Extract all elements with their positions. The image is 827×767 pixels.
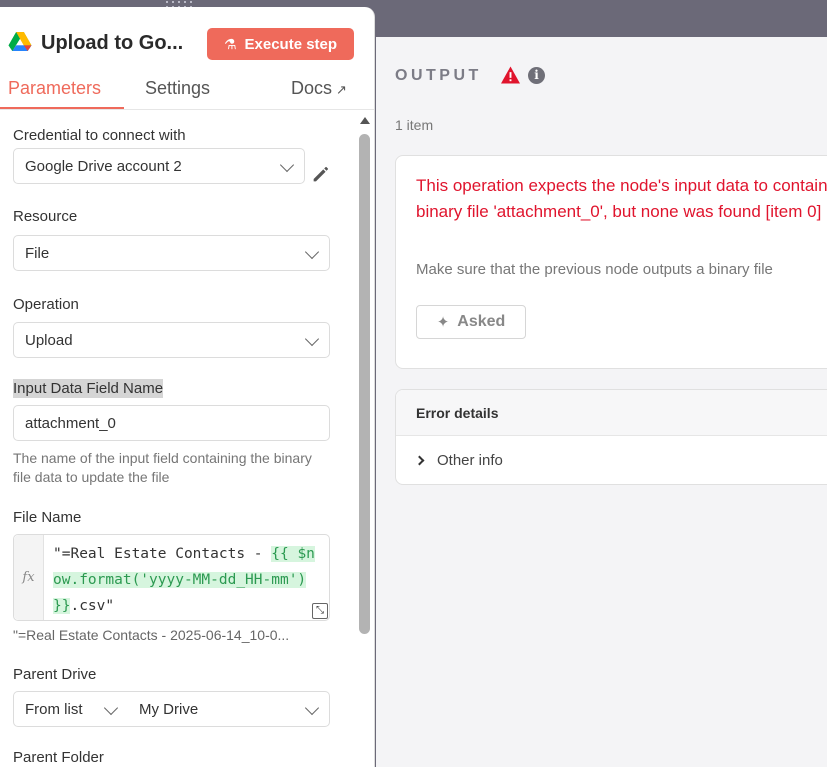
- chevron-down-icon: [304, 244, 320, 260]
- input-field-label: Input Data Field Name: [13, 379, 164, 398]
- code-expression: {{ $n: [271, 546, 315, 562]
- tab-settings[interactable]: Settings: [145, 78, 210, 99]
- resource-select[interactable]: File: [13, 235, 330, 271]
- scrollbar-thumb[interactable]: [359, 134, 370, 634]
- code-plain: .csv": [70, 598, 115, 614]
- asked-label: Asked: [457, 313, 506, 330]
- credential-label: Credential to connect with: [13, 127, 186, 144]
- execute-step-button[interactable]: ⚗ Execute step: [207, 28, 354, 60]
- error-hint: Make sure that the previous node outputs…: [416, 261, 773, 278]
- external-link-icon: ↗: [336, 82, 347, 97]
- chevron-down-icon: [304, 700, 320, 716]
- parent-drive-mode-select[interactable]: From list: [13, 691, 129, 727]
- parent-drive-select[interactable]: My Drive: [128, 691, 330, 727]
- tab-parameters[interactable]: Parameters: [8, 78, 101, 99]
- operation-select[interactable]: Upload: [13, 322, 330, 358]
- error-card: This operation expects the node's input …: [395, 155, 827, 369]
- code-plain: "=Real Estate Contacts -: [53, 546, 272, 562]
- google-drive-icon: [8, 32, 32, 52]
- other-info-label: Other info: [437, 452, 503, 469]
- tab-docs-label: Docs: [291, 78, 333, 98]
- operation-label: Operation: [13, 296, 79, 313]
- credential-value: Google Drive account 2: [25, 157, 182, 175]
- file-name-label: File Name: [13, 509, 82, 526]
- file-name-code[interactable]: "=Real Estate Contacts - {{ $n ow.format…: [53, 541, 328, 619]
- file-name-preview: "=Real Estate Contacts - 2025-06-14_10-0…: [13, 627, 290, 643]
- input-field-input[interactable]: attachment_0: [13, 405, 330, 441]
- input-field-value: attachment_0: [25, 414, 116, 432]
- chevron-down-icon: [103, 700, 119, 716]
- tab-docs[interactable]: Docs ↗: [291, 78, 347, 99]
- resource-label: Resource: [13, 208, 78, 225]
- execute-step-label: Execute step: [244, 35, 338, 53]
- code-expression: ow.format('yyyy-MM-dd_HH-mm'): [53, 572, 307, 588]
- output-panel: OUTPUT i 1 item This operation expects t…: [376, 37, 827, 767]
- chevron-down-icon: [279, 157, 295, 173]
- parent-drive-label: Parent Drive: [13, 666, 97, 683]
- chevron-right-icon: [414, 455, 425, 466]
- parent-folder-label: Parent Folder: [13, 749, 104, 766]
- node-title[interactable]: Upload to Go...: [41, 32, 183, 55]
- error-message: This operation expects the node's input …: [416, 176, 827, 221]
- error-details-card: Error details Other info: [395, 389, 827, 485]
- code-expression: }}: [53, 598, 71, 614]
- chevron-down-icon: [304, 331, 320, 347]
- info-icon[interactable]: i: [528, 67, 545, 84]
- error-details-header: Error details: [396, 390, 827, 436]
- file-name-expression-editor[interactable]: fx "=Real Estate Contacts - {{ $n ow.for…: [13, 534, 330, 621]
- expand-icon[interactable]: ⤡: [312, 603, 328, 619]
- warning-icon: [501, 66, 520, 84]
- item-count: 1 item: [395, 117, 434, 133]
- input-field-hint: The name of the input field containing t…: [13, 450, 312, 485]
- panel-tabs: Parameters Settings Docs ↗: [0, 76, 374, 110]
- scroll-up-arrow[interactable]: [360, 117, 370, 124]
- other-info-toggle[interactable]: Other info: [414, 452, 503, 469]
- parent-drive-mode-value: From list: [25, 700, 83, 718]
- operation-value: Upload: [25, 331, 73, 349]
- node-header: Upload to Go... ⚗ Execute step: [0, 7, 374, 79]
- output-title: OUTPUT: [395, 67, 482, 84]
- active-tab-underline: [0, 107, 124, 109]
- fx-icon: fx: [14, 535, 44, 620]
- sparkle-icon: ✦: [436, 314, 450, 331]
- parent-drive-value: My Drive: [139, 700, 199, 718]
- pencil-icon[interactable]: [310, 163, 332, 185]
- asked-button[interactable]: ✦ Asked: [416, 305, 526, 339]
- flask-icon: ⚗: [223, 36, 237, 52]
- node-parameters-panel: Upload to Go... ⚗ Execute step Parameter…: [0, 7, 375, 767]
- error-details-title: Error details: [416, 405, 499, 421]
- resource-value: File: [25, 244, 50, 262]
- credential-select[interactable]: Google Drive account 2: [13, 148, 305, 184]
